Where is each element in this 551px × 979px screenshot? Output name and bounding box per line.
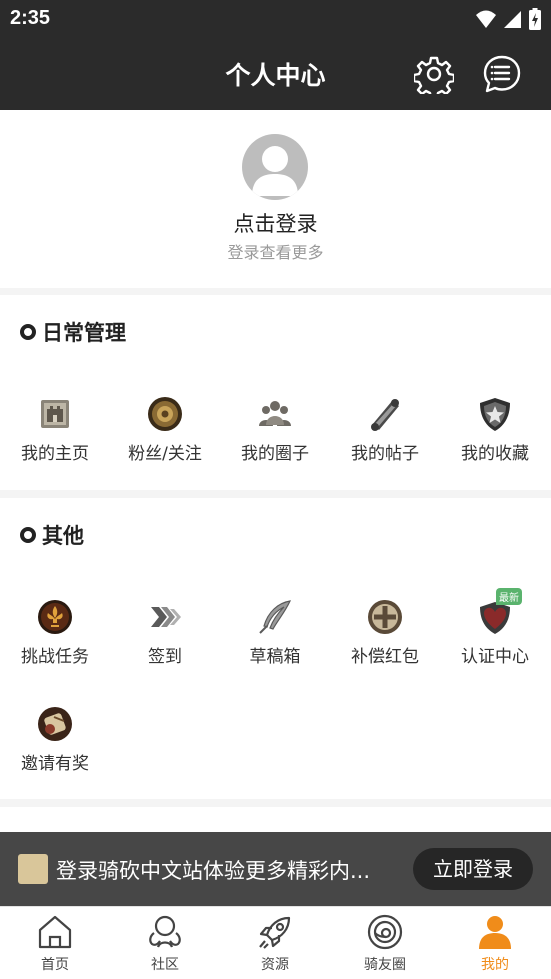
profile-card[interactable]: 点击登录 登录查看更多 (0, 110, 551, 288)
tab-riders-circle[interactable]: 骑友圈 (330, 913, 440, 974)
menu-item-verification-center[interactable]: 最新 认证中心 (440, 588, 550, 667)
login-subtitle: 登录查看更多 (227, 243, 324, 262)
menu-item-label: 认证中心 (461, 647, 529, 667)
new-badge: 最新 (496, 588, 522, 605)
battery-charging-icon (529, 8, 541, 30)
signal-icon (504, 11, 521, 28)
tab-resources[interactable]: 资源 (220, 913, 330, 974)
menu-item-label: 草稿箱 (249, 647, 301, 667)
home-icon (38, 915, 72, 949)
app-logo (18, 854, 48, 884)
fleur-de-lis-icon (36, 598, 74, 636)
menu-item-label: 邀请有奖 (21, 754, 89, 774)
heart-shield-icon: 最新 (476, 588, 522, 636)
avatar[interactable] (242, 134, 308, 200)
menu-item-label: 我的主页 (21, 444, 89, 464)
tab-community[interactable]: 社区 (110, 913, 220, 974)
settings-button[interactable] (412, 54, 456, 100)
group-icon (256, 395, 294, 433)
menu-item-my-circles[interactable]: 我的圈子 (220, 395, 330, 464)
status-bar: 2:35 (0, 0, 551, 38)
tab-label: 资源 (261, 957, 289, 973)
cross-shield-icon (366, 598, 404, 636)
tab-label: 骑友圈 (364, 957, 406, 973)
arrows-icon (146, 598, 184, 636)
status-time: 2:35 (10, 7, 51, 29)
star-shield-icon (476, 395, 514, 433)
castle-icon (36, 395, 74, 433)
bullet-ring-icon (20, 527, 36, 543)
section-title: 其他 (42, 524, 84, 548)
default-avatar-icon (252, 146, 298, 196)
person-icon (479, 916, 511, 949)
app-header: 个人中心 (0, 38, 551, 110)
login-banner: 登录骑砍中文站体验更多精彩内... 立即登录 (0, 832, 551, 906)
medallion-icon (146, 395, 184, 433)
quill-icon (256, 598, 294, 636)
section-title: 日常管理 (42, 321, 126, 345)
login-now-button[interactable]: 立即登录 (413, 848, 533, 890)
planet-icon (367, 914, 403, 950)
banner-text: 登录骑砍中文站体验更多精彩内... (56, 859, 371, 883)
scroll-gift-icon (36, 705, 74, 743)
section-heading: 日常管理 (20, 317, 126, 347)
wifi-icon (476, 10, 496, 28)
community-icon (149, 915, 181, 948)
menu-item-challenge-tasks[interactable]: 挑战任务 (0, 598, 110, 667)
menu-item-label: 挑战任务 (21, 647, 89, 667)
bullet-ring-icon (20, 324, 36, 340)
tab-label: 社区 (151, 957, 179, 973)
menu-item-fans-follow[interactable]: 粉丝/关注 (110, 395, 220, 464)
tab-home[interactable]: 首页 (0, 913, 110, 974)
login-prompt[interactable]: 点击登录 (0, 208, 551, 238)
menu-item-my-favorites[interactable]: 我的收藏 (440, 395, 550, 464)
menu-item-compensation-red-packet[interactable]: 补偿红包 (330, 598, 440, 667)
chat-bubble-icon (483, 55, 521, 93)
bottom-tab-bar: 首页 社区 资源 骑友圈 我的 (0, 906, 551, 979)
menu-item-label: 我的收藏 (461, 444, 529, 464)
menu-item-label: 我的帖子 (351, 444, 419, 464)
menu-item-invite-rewards[interactable]: 邀请有奖 (0, 705, 110, 774)
menu-item-drafts[interactable]: 草稿箱 (220, 598, 330, 667)
menu-item-label: 签到 (148, 647, 182, 667)
tab-label: 首页 (41, 957, 69, 973)
gear-icon (412, 56, 456, 100)
scroll-icon (366, 395, 404, 433)
tab-mine[interactable]: 我的 (440, 913, 550, 974)
rocket-icon (259, 916, 291, 949)
status-icons (475, 8, 541, 30)
section-heading: 其他 (20, 520, 84, 550)
menu-item-my-posts[interactable]: 我的帖子 (330, 395, 440, 464)
menu-item-check-in[interactable]: 签到 (110, 598, 220, 667)
daily-section: 日常管理 我的主页 粉丝/关注 我的圈子 我的帖子 我的收藏 (0, 295, 551, 490)
menu-item-label: 我的圈子 (241, 444, 309, 464)
other-section: 其他 挑战任务 签到 草稿箱 补偿红包 最新 认证中心 邀请有奖 (0, 498, 551, 799)
menu-item-label: 补偿红包 (351, 647, 419, 667)
tab-label: 我的 (481, 957, 509, 973)
menu-item-my-homepage[interactable]: 我的主页 (0, 395, 110, 464)
menu-item-label: 粉丝/关注 (128, 444, 202, 464)
page-title: 个人中心 (225, 61, 326, 90)
messages-button[interactable] (482, 54, 522, 94)
